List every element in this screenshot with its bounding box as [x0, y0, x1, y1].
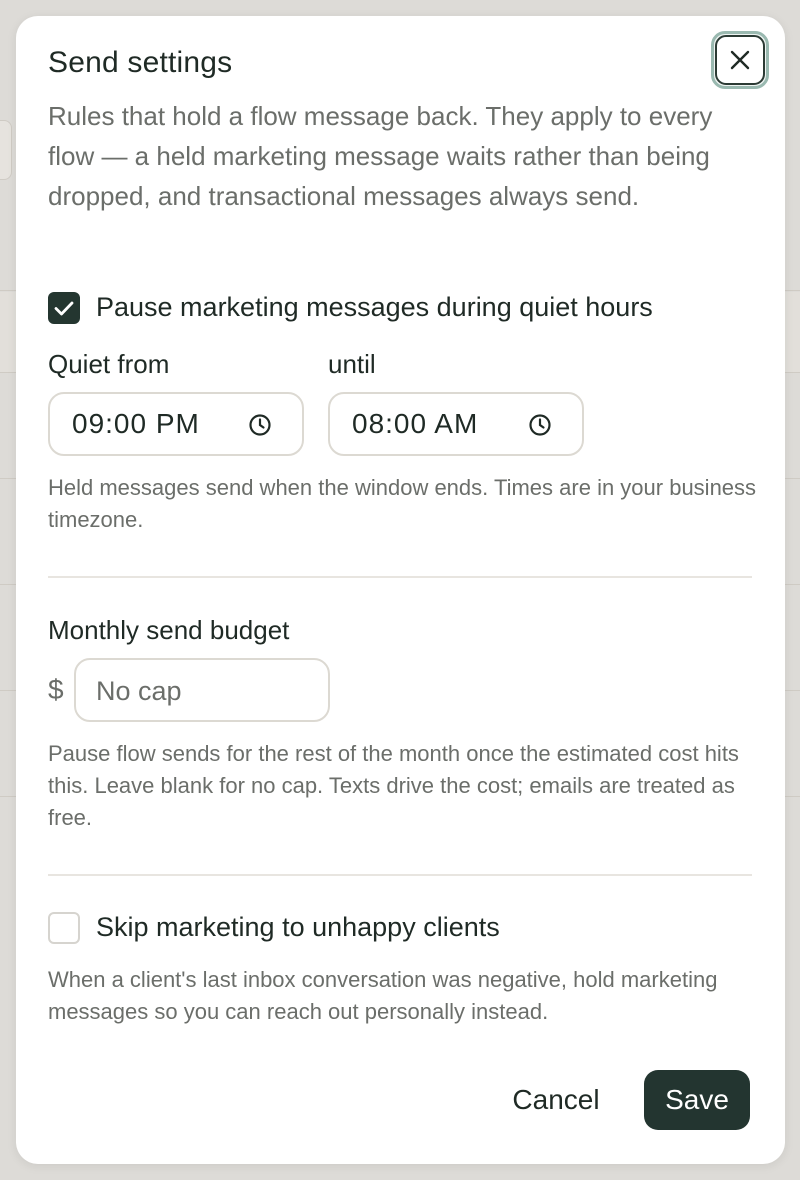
- background-divider: [0, 478, 16, 479]
- currency-symbol: $: [48, 674, 64, 705]
- save-button[interactable]: Save: [644, 1070, 750, 1130]
- clock-icon[interactable]: [528, 413, 552, 437]
- quiet-until-value: 08:00 AM: [352, 408, 479, 439]
- dialog-description: Rules that hold a flow message back. The…: [48, 101, 713, 211]
- budget-help: Pause flow sends for the rest of the mon…: [48, 741, 739, 830]
- unhappy-clients-help: When a client's last inbox conversation …: [48, 967, 718, 1024]
- quiet-from-time-input[interactable]: 09:00 PM: [48, 392, 304, 456]
- background-row-highlight: [0, 292, 16, 372]
- dialog-title: Send settings: [48, 46, 233, 79]
- unhappy-clients-checkbox[interactable]: [48, 912, 80, 944]
- quiet-from-value: 09:00 PM: [72, 408, 200, 439]
- background-divider: [0, 584, 16, 585]
- background-divider: [785, 372, 800, 373]
- quiet-hours-checkbox[interactable]: [48, 292, 80, 324]
- background-divider: [785, 478, 800, 479]
- background-divider: [785, 290, 800, 291]
- budget-input[interactable]: [96, 672, 316, 710]
- cancel-button[interactable]: Cancel: [494, 1070, 618, 1130]
- budget-label: Monthly send budget: [48, 615, 290, 645]
- background-divider: [785, 690, 800, 691]
- quiet-until-label: until: [328, 349, 376, 379]
- background-field: [0, 120, 12, 180]
- background-divider: [0, 290, 16, 291]
- close-button[interactable]: [711, 31, 769, 89]
- quiet-hours-label[interactable]: Pause marketing messages during quiet ho…: [96, 292, 653, 323]
- close-icon: [730, 50, 750, 70]
- background-divider: [0, 690, 16, 691]
- background-divider: [0, 796, 16, 797]
- send-settings-dialog: Send settings Rules that hold a flow mes…: [16, 16, 785, 1164]
- quiet-until-time-input[interactable]: 08:00 AM: [328, 392, 584, 456]
- quiet-hours-help: Held messages send when the window ends.…: [48, 475, 757, 532]
- unhappy-clients-label[interactable]: Skip marketing to unhappy clients: [96, 912, 500, 943]
- background-divider: [785, 796, 800, 797]
- clock-icon[interactable]: [248, 413, 272, 437]
- quiet-from-label: Quiet from: [48, 349, 170, 379]
- background-divider: [0, 372, 16, 373]
- section-divider: [48, 874, 752, 876]
- background-row-highlight: [785, 292, 800, 372]
- section-divider: [48, 576, 752, 578]
- checkmark-icon: [54, 301, 74, 316]
- background-divider: [785, 584, 800, 585]
- budget-input-wrapper: [74, 658, 330, 722]
